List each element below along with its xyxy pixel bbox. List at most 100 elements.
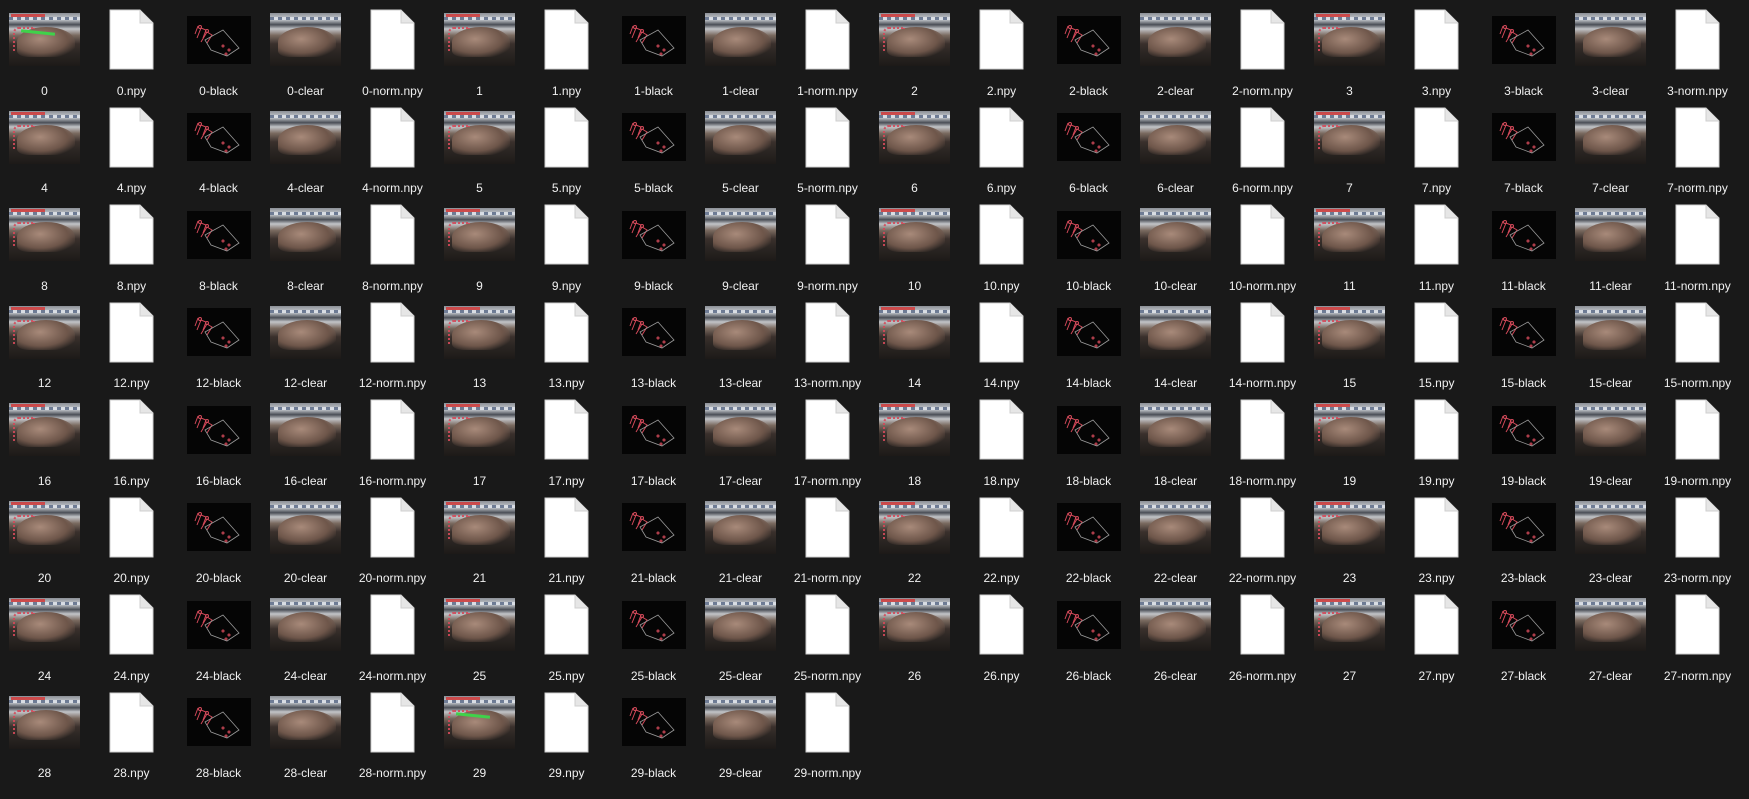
npy-file-item[interactable]: 21-norm.npy: [784, 488, 871, 585]
image-file-item[interactable]: 6-clear: [1132, 98, 1219, 195]
image-file-item[interactable]: 18: [871, 390, 958, 488]
image-file-item[interactable]: 14: [871, 293, 958, 390]
image-file-item[interactable]: 14-black: [1045, 293, 1132, 390]
npy-file-item[interactable]: 6.npy: [958, 98, 1045, 195]
image-file-item[interactable]: 5: [436, 98, 523, 195]
npy-file-item[interactable]: 26.npy: [958, 585, 1045, 683]
npy-file-item[interactable]: 3.npy: [1393, 0, 1480, 98]
npy-file-item[interactable]: 28-norm.npy: [349, 683, 436, 780]
npy-file-item[interactable]: 8.npy: [88, 195, 175, 293]
image-file-item[interactable]: 29-black: [610, 683, 697, 780]
image-file-item[interactable]: 11-black: [1480, 195, 1567, 293]
npy-file-item[interactable]: 25-norm.npy: [784, 585, 871, 683]
image-file-item[interactable]: 12-clear: [262, 293, 349, 390]
image-file-item[interactable]: 7-black: [1480, 98, 1567, 195]
image-file-item[interactable]: 13: [436, 293, 523, 390]
image-file-item[interactable]: 4-black: [175, 98, 262, 195]
npy-file-item[interactable]: 8-norm.npy: [349, 195, 436, 293]
image-file-item[interactable]: 6: [871, 98, 958, 195]
npy-file-item[interactable]: 23.npy: [1393, 488, 1480, 585]
image-file-item[interactable]: 27-black: [1480, 585, 1567, 683]
image-file-item[interactable]: 27-clear: [1567, 585, 1654, 683]
npy-file-item[interactable]: 13-norm.npy: [784, 293, 871, 390]
npy-file-item[interactable]: 10.npy: [958, 195, 1045, 293]
npy-file-item[interactable]: 4.npy: [88, 98, 175, 195]
image-file-item[interactable]: 21-clear: [697, 488, 784, 585]
image-file-item[interactable]: 21: [436, 488, 523, 585]
npy-file-item[interactable]: 7.npy: [1393, 98, 1480, 195]
npy-file-item[interactable]: 9-norm.npy: [784, 195, 871, 293]
image-file-item[interactable]: 23-clear: [1567, 488, 1654, 585]
image-file-item[interactable]: 19-clear: [1567, 390, 1654, 488]
npy-file-item[interactable]: 16.npy: [88, 390, 175, 488]
image-file-item[interactable]: 19-black: [1480, 390, 1567, 488]
image-file-item[interactable]: 7: [1306, 98, 1393, 195]
npy-file-item[interactable]: 27-norm.npy: [1654, 585, 1741, 683]
npy-file-item[interactable]: 13.npy: [523, 293, 610, 390]
image-file-item[interactable]: 22: [871, 488, 958, 585]
npy-file-item[interactable]: 19-norm.npy: [1654, 390, 1741, 488]
npy-file-item[interactable]: 0.npy: [88, 0, 175, 98]
npy-file-item[interactable]: 28.npy: [88, 683, 175, 780]
image-file-item[interactable]: 15-clear: [1567, 293, 1654, 390]
npy-file-item[interactable]: 7-norm.npy: [1654, 98, 1741, 195]
image-file-item[interactable]: 13-black: [610, 293, 697, 390]
image-file-item[interactable]: 21-black: [610, 488, 697, 585]
npy-file-item[interactable]: 5.npy: [523, 98, 610, 195]
image-file-item[interactable]: 3: [1306, 0, 1393, 98]
npy-file-item[interactable]: 10-norm.npy: [1219, 195, 1306, 293]
image-file-item[interactable]: 29-clear: [697, 683, 784, 780]
image-file-item[interactable]: 11-clear: [1567, 195, 1654, 293]
image-file-item[interactable]: 26-clear: [1132, 585, 1219, 683]
image-file-item[interactable]: 6-black: [1045, 98, 1132, 195]
image-file-item[interactable]: 15-black: [1480, 293, 1567, 390]
image-file-item[interactable]: 28-clear: [262, 683, 349, 780]
npy-file-item[interactable]: 0-norm.npy: [349, 0, 436, 98]
image-file-item[interactable]: 10-black: [1045, 195, 1132, 293]
image-file-item[interactable]: 1-black: [610, 0, 697, 98]
image-file-item[interactable]: 14-clear: [1132, 293, 1219, 390]
npy-file-item[interactable]: 6-norm.npy: [1219, 98, 1306, 195]
image-file-item[interactable]: 20: [1, 488, 88, 585]
image-file-item[interactable]: 17-black: [610, 390, 697, 488]
image-file-item[interactable]: 17: [436, 390, 523, 488]
image-file-item[interactable]: 2: [871, 0, 958, 98]
npy-file-item[interactable]: 26-norm.npy: [1219, 585, 1306, 683]
image-file-item[interactable]: 8: [1, 195, 88, 293]
image-file-item[interactable]: 8-clear: [262, 195, 349, 293]
image-file-item[interactable]: 20-clear: [262, 488, 349, 585]
npy-file-item[interactable]: 12.npy: [88, 293, 175, 390]
image-file-item[interactable]: 15: [1306, 293, 1393, 390]
npy-file-item[interactable]: 24-norm.npy: [349, 585, 436, 683]
image-file-item[interactable]: 28: [1, 683, 88, 780]
image-file-item[interactable]: 25-clear: [697, 585, 784, 683]
image-file-item[interactable]: 16-clear: [262, 390, 349, 488]
image-file-item[interactable]: 24: [1, 585, 88, 683]
image-file-item[interactable]: 1-clear: [697, 0, 784, 98]
npy-file-item[interactable]: 9.npy: [523, 195, 610, 293]
image-file-item[interactable]: 25: [436, 585, 523, 683]
image-file-item[interactable]: 19: [1306, 390, 1393, 488]
image-file-item[interactable]: 16-black: [175, 390, 262, 488]
image-file-item[interactable]: 10: [871, 195, 958, 293]
npy-file-item[interactable]: 16-norm.npy: [349, 390, 436, 488]
npy-file-item[interactable]: 25.npy: [523, 585, 610, 683]
image-file-item[interactable]: 7-clear: [1567, 98, 1654, 195]
image-file-item[interactable]: 0-clear: [262, 0, 349, 98]
image-file-item[interactable]: 26: [871, 585, 958, 683]
npy-file-item[interactable]: 3-norm.npy: [1654, 0, 1741, 98]
image-file-item[interactable]: 3-clear: [1567, 0, 1654, 98]
npy-file-item[interactable]: 17.npy: [523, 390, 610, 488]
npy-file-item[interactable]: 21.npy: [523, 488, 610, 585]
npy-file-item[interactable]: 2-norm.npy: [1219, 0, 1306, 98]
image-file-item[interactable]: 12: [1, 293, 88, 390]
image-file-item[interactable]: 8-black: [175, 195, 262, 293]
image-file-item[interactable]: 28-black: [175, 683, 262, 780]
npy-file-item[interactable]: 17-norm.npy: [784, 390, 871, 488]
image-file-item[interactable]: 12-black: [175, 293, 262, 390]
image-file-item[interactable]: 20-black: [175, 488, 262, 585]
npy-file-item[interactable]: 29.npy: [523, 683, 610, 780]
image-file-item[interactable]: 18-black: [1045, 390, 1132, 488]
image-file-item[interactable]: 23: [1306, 488, 1393, 585]
npy-file-item[interactable]: 1-norm.npy: [784, 0, 871, 98]
